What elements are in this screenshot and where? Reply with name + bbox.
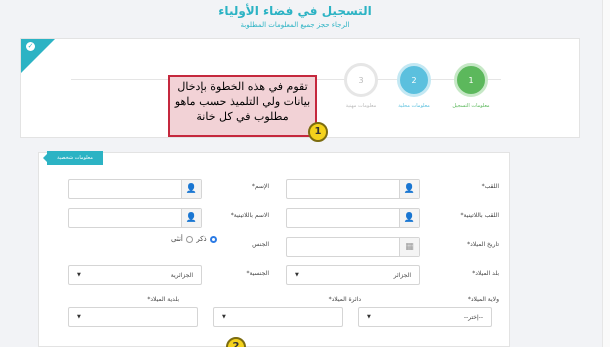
birth-country-value: الجزائر bbox=[393, 272, 411, 279]
caret-down-icon: ▼ bbox=[295, 272, 299, 278]
section-title: معلومات شخصية bbox=[57, 155, 93, 161]
birth-district-label: دائرة الميلاد* bbox=[328, 296, 361, 303]
surname-label: اللقب* bbox=[481, 183, 499, 190]
section-tab: معلومات شخصية bbox=[43, 151, 103, 165]
birth-district-select[interactable]: ▼ bbox=[213, 307, 343, 327]
birth-date-input[interactable]: ▦ bbox=[286, 237, 420, 257]
birth-municipality-label: بلدية الميلاد* bbox=[147, 296, 179, 303]
birth-country-select[interactable]: الجزائر ▼ bbox=[286, 265, 420, 285]
gender-label: الجنس bbox=[252, 241, 269, 248]
birth-state-select[interactable]: --إختر-- ▼ bbox=[358, 307, 492, 327]
user-icon: 👤 bbox=[181, 180, 201, 198]
page-title: التسجيل في فضاء الأولياء bbox=[218, 4, 372, 18]
nationality-value: الجزائرية bbox=[170, 272, 193, 279]
wizard-step-1-label: معلومات التسجيل bbox=[452, 103, 490, 109]
section-tab-notch bbox=[43, 154, 47, 162]
user-icon: 👤 bbox=[181, 209, 201, 227]
caret-down-icon: ▼ bbox=[77, 314, 81, 320]
annotation-callout: تقوم في هذه الخطوة بإدخال بيانات ولي الت… bbox=[168, 75, 317, 137]
surname-latin-input[interactable]: 👤 bbox=[286, 208, 420, 228]
birth-municipality-select[interactable]: ▼ bbox=[68, 307, 198, 327]
user-icon: 👤 bbox=[399, 180, 419, 198]
gender-radio-group: ذكر أنثى bbox=[171, 235, 218, 243]
wizard-step-3[interactable]: 3 bbox=[344, 63, 378, 97]
gender-male-label: ذكر bbox=[196, 235, 207, 243]
right-scroll-edge bbox=[602, 0, 610, 347]
birth-state-value: --إختر-- bbox=[463, 314, 483, 321]
caret-down-icon: ▼ bbox=[367, 314, 371, 320]
user-icon: 👤 bbox=[399, 209, 419, 227]
surname-input[interactable]: 👤 bbox=[286, 179, 420, 199]
name-latin-label: الاسم باللاتينية* bbox=[230, 212, 269, 219]
name-latin-input[interactable]: 👤 bbox=[68, 208, 202, 228]
caret-down-icon: ▼ bbox=[77, 272, 81, 278]
caret-down-icon: ▼ bbox=[222, 314, 226, 320]
birth-country-label: بلد الميلاد* bbox=[472, 270, 499, 277]
wizard-step-1[interactable]: 1 bbox=[454, 63, 488, 97]
gender-male-radio[interactable] bbox=[209, 235, 217, 243]
wizard-step-3-label: معلومات مهنية bbox=[345, 103, 377, 109]
name-label: الإسم* bbox=[251, 183, 269, 190]
surname-latin-label: اللقب باللاتينية* bbox=[460, 212, 499, 219]
birth-date-label: تاريخ الميلاد* bbox=[467, 241, 499, 248]
wizard-step-2[interactable]: 2 bbox=[397, 63, 431, 97]
wizard-step-2-label: معلومات محلية bbox=[398, 103, 430, 109]
birth-state-label: ولاية الميلاد* bbox=[467, 296, 499, 303]
nationality-select[interactable]: الجزائرية ▼ bbox=[68, 265, 202, 285]
name-input[interactable]: 👤 bbox=[68, 179, 202, 199]
gender-female-radio[interactable] bbox=[186, 235, 194, 243]
personal-info-form: معلومات شخصية اللقب* 👤 الإسم* 👤 اللقب با… bbox=[38, 151, 510, 347]
annotation-badge-1: 1 bbox=[308, 122, 328, 142]
check-icon: ✓ bbox=[26, 42, 35, 51]
calendar-icon[interactable]: ▦ bbox=[399, 238, 419, 256]
nationality-label: الجنسية* bbox=[246, 270, 269, 277]
gender-female-label: أنثى bbox=[171, 235, 183, 243]
page-subtitle: الرجاء حجز جميع المعلومات المطلوبة bbox=[240, 21, 350, 29]
